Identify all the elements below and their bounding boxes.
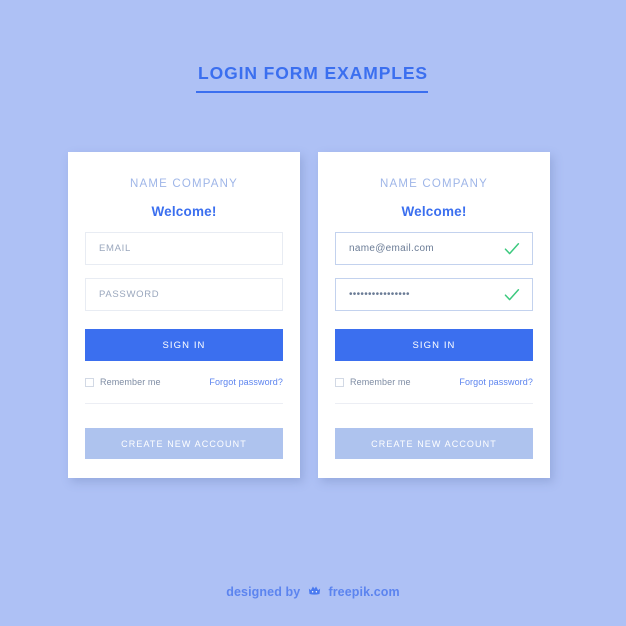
company-name: NAME COMPANY — [379, 178, 489, 190]
create-new-account-button[interactable]: CREATE NEW ACCOUNT — [85, 428, 283, 459]
password-field[interactable]: •••••••••••••••• — [335, 278, 533, 311]
email-field[interactable]: EMAIL — [85, 232, 283, 265]
login-card-filled: NAME COMPANY Welcome! name@email.com •••… — [318, 152, 550, 478]
remember-me-label: Remember me — [100, 377, 161, 387]
login-card-empty: NAME COMPANY Welcome! EMAIL PASSWORD SIG… — [68, 152, 300, 478]
email-valid-check-icon — [501, 242, 523, 256]
welcome-heading: Welcome! — [151, 204, 217, 219]
password-valid-check-icon — [501, 288, 523, 302]
remember-me-control[interactable]: Remember me — [335, 377, 411, 387]
password-input-value[interactable]: •••••••••••••••• — [336, 290, 501, 300]
options-row: Remember me Forgot password? — [85, 375, 283, 389]
password-input-placeholder[interactable]: PASSWORD — [86, 289, 282, 300]
create-new-account-button[interactable]: CREATE NEW ACCOUNT — [335, 428, 533, 459]
page-title-underline — [196, 91, 428, 93]
page-title-container: LOGIN FORM EXAMPLES — [0, 62, 626, 84]
password-field[interactable]: PASSWORD — [85, 278, 283, 311]
forgot-password-link[interactable]: Forgot password? — [459, 377, 533, 387]
freepik-crown-icon — [307, 583, 322, 601]
footer-prefix: designed by — [226, 585, 301, 599]
remember-me-label: Remember me — [350, 377, 411, 387]
options-row: Remember me Forgot password? — [335, 375, 533, 389]
footer-brand: freepik.com — [328, 585, 400, 599]
welcome-heading: Welcome! — [401, 204, 467, 219]
footer-credit: designed by freepik.com — [0, 583, 626, 601]
email-field[interactable]: name@email.com — [335, 232, 533, 265]
section-divider — [335, 403, 533, 404]
remember-me-checkbox[interactable] — [85, 377, 94, 387]
remember-me-control[interactable]: Remember me — [85, 377, 161, 387]
sign-in-button[interactable]: SIGN IN — [335, 329, 533, 361]
sign-in-button[interactable]: SIGN IN — [85, 329, 283, 361]
section-divider — [85, 403, 283, 404]
company-name: NAME COMPANY — [129, 178, 239, 190]
remember-me-checkbox[interactable] — [335, 377, 344, 387]
email-input-value[interactable]: name@email.com — [336, 243, 501, 254]
forgot-password-link[interactable]: Forgot password? — [209, 377, 283, 387]
page-title: LOGIN FORM EXAMPLES — [197, 63, 429, 83]
email-input-placeholder[interactable]: EMAIL — [86, 243, 282, 254]
